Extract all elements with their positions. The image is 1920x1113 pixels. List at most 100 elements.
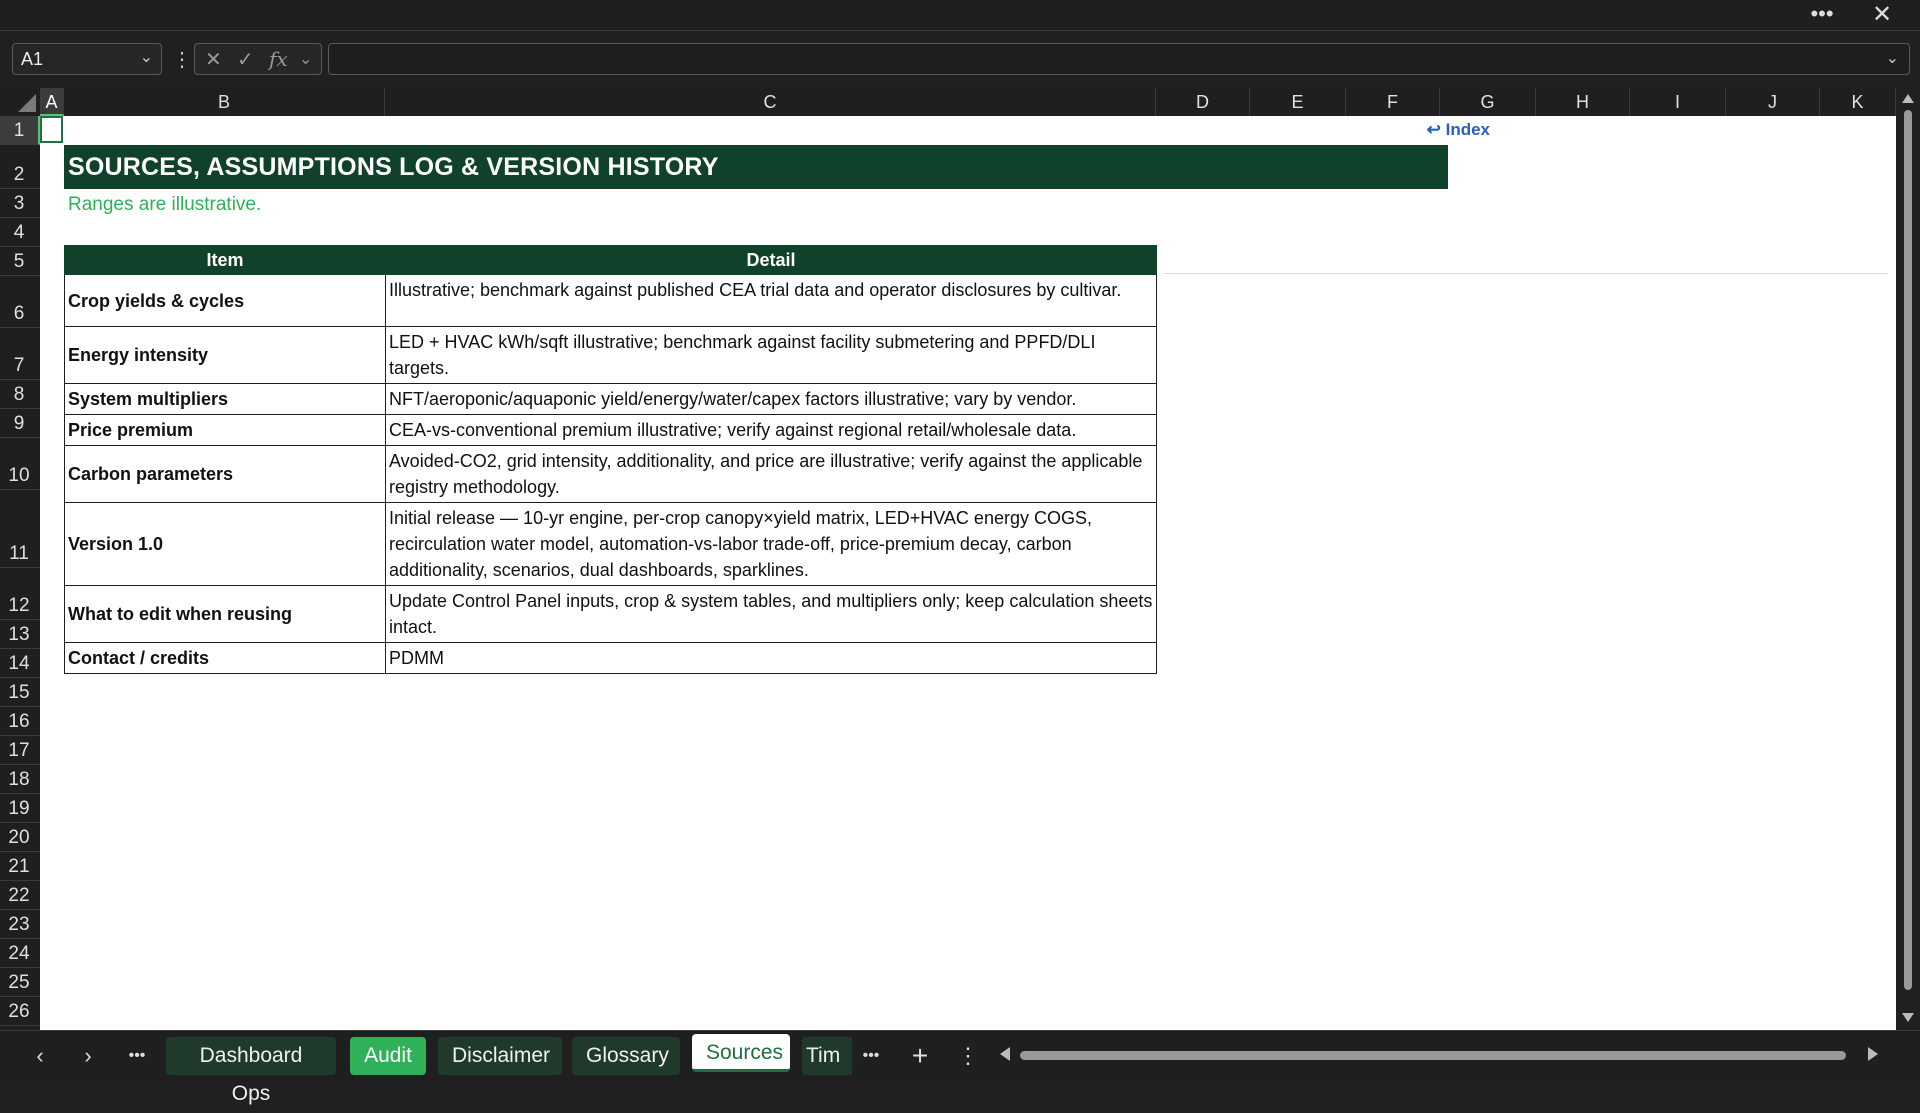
row-header[interactable]: 1 — [0, 116, 40, 145]
row-header[interactable]: 16 — [0, 707, 40, 736]
sheet-title-banner: SOURCES, ASSUMPTIONS LOG & VERSION HISTO… — [64, 145, 1448, 189]
tab-audit[interactable]: Audit — [350, 1037, 426, 1075]
column-header-a[interactable]: A — [40, 88, 64, 116]
column-header-i[interactable]: I — [1630, 88, 1726, 116]
chevron-down-icon[interactable]: ⌄ — [299, 49, 312, 69]
tab-sources[interactable]: Sources — [692, 1034, 790, 1072]
scrollbar-thumb[interactable] — [1904, 110, 1912, 990]
table-row: System multipliers NFT/aeroponic/aquapon… — [64, 383, 1157, 415]
cancel-icon[interactable]: ✕ — [205, 47, 222, 72]
column-header-e[interactable]: E — [1250, 88, 1346, 116]
column-header-g[interactable]: G — [1440, 88, 1536, 116]
row-header[interactable]: 8 — [0, 380, 40, 409]
sheet-tab-bar: ‹ › ••• Dashboard Ops Audit Disclaimer G… — [0, 1030, 1920, 1105]
row-header[interactable]: 3 — [0, 189, 40, 218]
row-header[interactable]: 18 — [0, 765, 40, 794]
row-headers: 1 2 3 4 5 6 7 8 9 10 11 12 13 14 15 16 1… — [0, 116, 40, 1030]
row-header[interactable]: 6 — [0, 276, 40, 328]
row-header[interactable]: 13 — [0, 620, 40, 649]
expand-formula-icon[interactable]: ⌄ — [1886, 48, 1899, 68]
detail-cell[interactable]: NFT/aeroponic/aquaponic yield/energy/wat… — [385, 383, 1157, 415]
tab-disclaimer[interactable]: Disclaimer — [438, 1037, 562, 1075]
active-cell-a1[interactable] — [40, 116, 63, 143]
tab-tim[interactable]: Tim — [802, 1037, 852, 1075]
previous-sheet-icon[interactable]: ‹ — [26, 1039, 54, 1073]
detail-cell[interactable]: PDMM — [385, 642, 1157, 674]
table-row: Version 1.0 Initial release — 10-yr engi… — [64, 502, 1157, 586]
row-header[interactable]: 25 — [0, 968, 40, 997]
row-header[interactable]: 26 — [0, 997, 40, 1026]
row-header[interactable]: 19 — [0, 794, 40, 823]
detail-cell[interactable]: Initial release — 10-yr engine, per-crop… — [385, 502, 1157, 586]
column-header-d[interactable]: D — [1156, 88, 1250, 116]
row-header[interactable]: 22 — [0, 881, 40, 910]
table-header-detail[interactable]: Detail — [385, 245, 1157, 275]
row-header[interactable]: 14 — [0, 649, 40, 678]
row-header[interactable]: 15 — [0, 678, 40, 707]
select-all-button[interactable] — [0, 88, 40, 116]
next-sheet-icon[interactable]: › — [74, 1039, 102, 1073]
item-cell[interactable]: Version 1.0 — [64, 502, 386, 586]
item-cell[interactable]: Contact / credits — [64, 642, 386, 674]
row-header[interactable]: 21 — [0, 852, 40, 881]
row-header[interactable]: 10 — [0, 438, 40, 490]
detail-cell[interactable]: LED + HVAC kWh/sqft illustrative; benchm… — [385, 326, 1157, 384]
scrollbar-thumb[interactable] — [1020, 1051, 1846, 1060]
sheet-menu-icon[interactable]: ⋮ — [954, 1039, 982, 1073]
item-cell[interactable]: Price premium — [64, 414, 386, 446]
column-header-k[interactable]: K — [1820, 88, 1896, 116]
row-header[interactable]: 7 — [0, 328, 40, 380]
item-cell[interactable]: System multipliers — [64, 383, 386, 415]
row-header[interactable]: 24 — [0, 939, 40, 968]
row-header[interactable]: 2 — [0, 145, 40, 189]
column-header-c[interactable]: C — [385, 88, 1156, 116]
row-header[interactable]: 4 — [0, 218, 40, 247]
name-box[interactable]: A1 ⌄ — [12, 43, 162, 75]
item-cell[interactable]: What to edit when reusing — [64, 585, 386, 643]
column-header-j[interactable]: J — [1726, 88, 1820, 116]
table-header-item[interactable]: Item — [64, 245, 386, 275]
column-header-h[interactable]: H — [1536, 88, 1630, 116]
more-sheets-button[interactable]: ••• — [120, 1039, 154, 1073]
item-cell[interactable]: Crop yields & cycles — [64, 274, 386, 327]
sources-table: Item Detail Crop yields & cycles Illustr… — [64, 245, 1157, 674]
cell-area[interactable]: ↩ Index SOURCES, ASSUMPTIONS LOG & VERSI… — [40, 116, 1888, 1030]
detail-cell[interactable]: CEA-vs-conventional premium illustrative… — [385, 414, 1157, 446]
table-row: Energy intensity LED + HVAC kWh/sqft ill… — [64, 326, 1157, 384]
formula-input[interactable]: ⌄ — [328, 43, 1910, 75]
scroll-left-icon[interactable] — [1000, 1047, 1010, 1061]
item-cell[interactable]: Carbon parameters — [64, 445, 386, 503]
column-header-f[interactable]: F — [1346, 88, 1440, 116]
scroll-right-icon[interactable] — [1868, 1047, 1878, 1061]
row-header[interactable]: 17 — [0, 736, 40, 765]
title-bar: ••• ✕ — [0, 0, 1920, 31]
close-button[interactable]: ✕ — [1862, 2, 1902, 28]
formula-options-icon[interactable]: ⋮ — [172, 47, 192, 72]
detail-cell[interactable]: Avoided-CO2, grid intensity, additionali… — [385, 445, 1157, 503]
row-header[interactable]: 23 — [0, 910, 40, 939]
column-header-b[interactable]: B — [64, 88, 385, 116]
row-header[interactable]: 5 — [0, 247, 40, 276]
detail-cell[interactable]: Update Control Panel inputs, crop & syst… — [385, 585, 1157, 643]
more-options-button[interactable]: ••• — [1802, 2, 1842, 28]
detail-cell[interactable]: Illustrative; benchmark against publishe… — [385, 274, 1157, 327]
row-header[interactable]: 11 — [0, 490, 40, 568]
row-header[interactable]: 12 — [0, 568, 40, 620]
chevron-down-icon[interactable]: ⌄ — [140, 47, 153, 67]
row-header[interactable]: 9 — [0, 409, 40, 438]
scroll-up-icon[interactable] — [1902, 94, 1914, 103]
row-header[interactable]: 20 — [0, 823, 40, 852]
horizontal-scrollbar[interactable] — [1000, 1043, 1890, 1067]
item-cell[interactable]: Energy intensity — [64, 326, 386, 384]
enter-icon[interactable]: ✓ — [237, 47, 254, 72]
index-link[interactable]: ↩ Index — [1380, 120, 1490, 140]
insert-function-button[interactable]: fx — [269, 47, 288, 71]
tab-glossary[interactable]: Glossary — [572, 1037, 680, 1075]
vertical-scrollbar[interactable] — [1896, 88, 1920, 1030]
tab-dashboard-ops[interactable]: Dashboard Ops — [166, 1037, 336, 1105]
table-row: Carbon parameters Avoided-CO2, grid inte… — [64, 445, 1157, 503]
more-tabs-button[interactable]: ••• — [854, 1039, 888, 1073]
scroll-down-icon[interactable] — [1902, 1013, 1914, 1022]
table-row: Price premium CEA-vs-conventional premiu… — [64, 414, 1157, 446]
add-sheet-button[interactable]: + — [906, 1039, 934, 1073]
